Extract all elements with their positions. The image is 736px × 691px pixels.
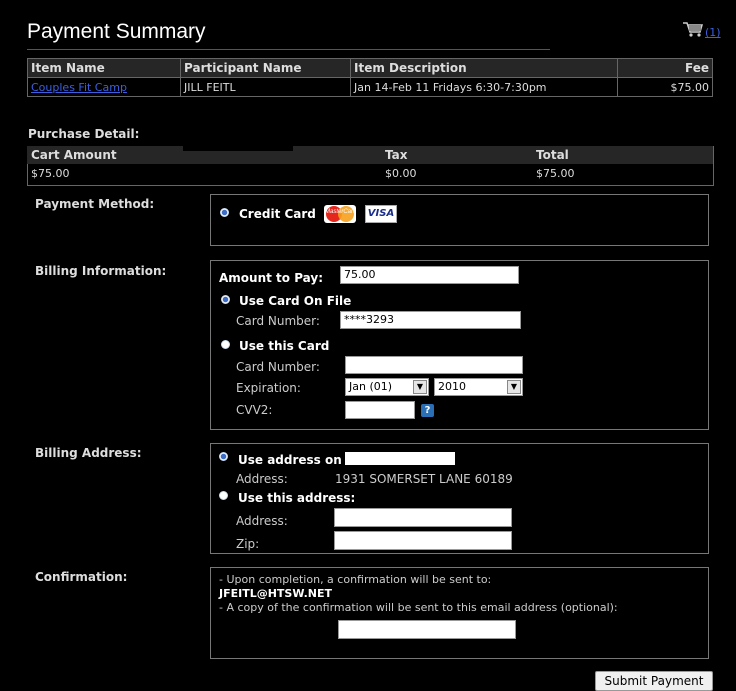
- optional-email-input[interactable]: [338, 620, 516, 639]
- shopping-cart-icon[interactable]: [682, 20, 704, 38]
- expiration-year-select[interactable]: 2010 ▼: [434, 378, 523, 396]
- expiration-month-value: Jan (01): [349, 380, 393, 393]
- fee-cell: $75.00: [617, 77, 713, 97]
- card-on-file-number-label: Card Number:: [236, 314, 320, 328]
- use-address-on-label: Use address on: [238, 453, 342, 467]
- description-cell: Jan 14-Feb 11 Fridays 6:30-7:30pm: [350, 77, 618, 97]
- confirmation-line-2: - A copy of the confirmation will be sen…: [219, 601, 618, 614]
- new-address-label: Address:: [236, 514, 288, 528]
- title-divider: [27, 49, 550, 50]
- tax-value: $0.00: [385, 167, 417, 180]
- payment-method-label: Payment Method:: [35, 197, 155, 211]
- cart-count-link[interactable]: (1): [705, 26, 721, 39]
- zip-input[interactable]: [334, 531, 512, 550]
- expiration-month-select[interactable]: Jan (01) ▼: [345, 378, 429, 396]
- mastercard-icon: MasterCard: [324, 205, 356, 223]
- col-fee: Fee: [617, 58, 713, 78]
- chevron-down-icon[interactable]: ▼: [507, 380, 521, 394]
- cvv2-input[interactable]: [345, 401, 415, 419]
- page-title: Payment Summary: [27, 20, 206, 43]
- use-this-card-label: Use this Card: [239, 339, 330, 353]
- use-this-card-radio[interactable]: [221, 340, 230, 349]
- credit-card-label: Credit Card: [239, 207, 316, 221]
- amount-to-pay-input[interactable]: 75.00: [340, 266, 519, 284]
- item-name-cell: Couples Fit Camp: [27, 77, 181, 97]
- purchase-detail-values: $75.00 $0.00 $75.00: [27, 146, 713, 184]
- address-on-file-label: Address:: [236, 472, 288, 486]
- credit-card-radio[interactable]: [220, 208, 229, 217]
- address-on-file-value: 1931 SOMERSET LANE 60189: [335, 472, 513, 486]
- use-this-address-radio[interactable]: [219, 491, 228, 500]
- use-card-on-file-radio[interactable]: [221, 295, 230, 304]
- confirmation-label: Confirmation:: [35, 570, 128, 584]
- confirmation-line-1: - Upon completion, a confirmation will b…: [219, 573, 492, 586]
- billing-information-label: Billing Information:: [35, 264, 167, 278]
- items-table-header: Item Name Participant Name Item Descript…: [27, 58, 713, 78]
- card-on-file-number-input[interactable]: ****3293: [340, 311, 521, 329]
- submit-payment-button[interactable]: Submit Payment: [595, 671, 713, 691]
- col-item-description: Item Description: [350, 58, 618, 78]
- new-card-number-input[interactable]: [345, 356, 523, 374]
- new-card-number-label: Card Number:: [236, 360, 320, 374]
- new-address-input[interactable]: [334, 508, 512, 527]
- items-table: Item Name Participant Name Item Descript…: [27, 58, 713, 97]
- redacted-field: [345, 452, 455, 465]
- col-participant-name: Participant Name: [180, 58, 351, 78]
- cart-amount-value: $75.00: [31, 167, 70, 180]
- billing-address-label: Billing Address:: [35, 446, 142, 460]
- col-item-name: Item Name: [27, 58, 181, 78]
- visa-icon: VISA: [365, 205, 397, 223]
- amount-to-pay-label: Amount to Pay:: [219, 271, 324, 285]
- confirmation-email: JFEITL@HTSW.NET: [219, 587, 332, 600]
- expiration-year-value: 2010: [438, 380, 466, 393]
- expiration-label: Expiration:: [236, 381, 301, 395]
- total-value: $75.00: [536, 167, 575, 180]
- use-address-on-file-radio[interactable]: [219, 452, 228, 461]
- purchase-detail-label: Purchase Detail:: [28, 127, 140, 141]
- zip-label: Zip:: [236, 537, 260, 551]
- use-this-address-label: Use this address:: [238, 491, 356, 505]
- item-name-link[interactable]: Couples Fit Camp: [31, 81, 127, 94]
- chevron-down-icon[interactable]: ▼: [413, 380, 427, 394]
- participant-cell: JILL FEITL: [180, 77, 351, 97]
- cvv2-label: CVV2:: [236, 403, 273, 417]
- use-card-on-file-label: Use Card On File: [239, 294, 352, 308]
- table-row: Couples Fit Camp JILL FEITL Jan 14-Feb 1…: [27, 77, 713, 97]
- help-icon[interactable]: ?: [421, 404, 434, 417]
